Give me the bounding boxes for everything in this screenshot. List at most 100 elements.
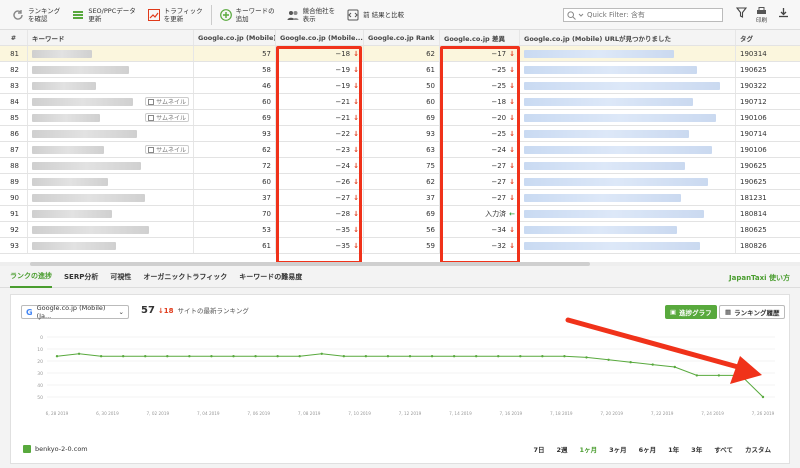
thumbnail-badge[interactable]: サムネイル: [145, 113, 189, 122]
column-header-keyword[interactable]: キーワード: [28, 30, 194, 45]
data-point[interactable]: [739, 374, 743, 377]
table-row[interactable]: 86 93 −22 ↓ 93 −25 ↓ 190714: [0, 126, 800, 142]
range-option[interactable]: カスタム: [745, 444, 771, 454]
data-point[interactable]: [77, 352, 81, 355]
tab-organic-traffic[interactable]: オーガニックトラフィック: [143, 266, 227, 288]
thumbnail-badge[interactable]: サムネイル: [145, 145, 189, 154]
quick-filter[interactable]: [563, 8, 723, 22]
data-point[interactable]: [673, 365, 676, 369]
data-point[interactable]: [563, 355, 566, 358]
data-point[interactable]: [585, 356, 588, 359]
table-row[interactable]: 91 70 −28 ↓ 69 入力済 ← 180814: [0, 206, 800, 222]
column-header-tag[interactable]: タグ: [736, 30, 800, 45]
print-button[interactable]: 印刷: [756, 7, 767, 24]
column-header-number[interactable]: #: [0, 30, 28, 45]
tab-visibility[interactable]: 可視性: [110, 266, 131, 288]
url-cell[interactable]: [520, 158, 736, 173]
table-row[interactable]: 93 61 −35 ↓ 59 −32 ↓ 180826: [0, 238, 800, 254]
url-cell[interactable]: [520, 142, 736, 157]
url-cell[interactable]: [520, 110, 736, 125]
data-point[interactable]: [298, 355, 301, 358]
url-cell[interactable]: [520, 190, 736, 205]
range-option[interactable]: 3年: [691, 444, 702, 454]
column-header-rank[interactable]: Google.co.jp Rank: [364, 30, 440, 45]
data-point[interactable]: [276, 355, 279, 358]
url-cell[interactable]: [520, 126, 736, 141]
data-point[interactable]: [607, 358, 610, 361]
tab-serp-analysis[interactable]: SERP分析: [64, 266, 98, 288]
range-option[interactable]: 1ヶ月: [580, 444, 598, 454]
data-point[interactable]: [452, 355, 456, 358]
help-link[interactable]: JapanTaxi 使い方: [729, 273, 790, 283]
range-option[interactable]: 7日: [533, 444, 544, 454]
data-point[interactable]: [342, 355, 346, 358]
column-header-url[interactable]: Google.co.jp (Mobile) URLが見つかりました: [520, 30, 736, 45]
data-point[interactable]: [629, 361, 632, 364]
url-cell[interactable]: [520, 238, 736, 253]
data-point[interactable]: [55, 355, 59, 358]
column-header-mobile-diff[interactable]: Google.co.jp (Mobile...▾: [276, 30, 364, 45]
download-button[interactable]: [778, 7, 789, 18]
range-option[interactable]: 3ヶ月: [609, 444, 627, 454]
data-point[interactable]: [210, 355, 213, 358]
table-row[interactable]: 88 72 −24 ↓ 75 −27 ↓ 190625: [0, 158, 800, 174]
update-seo-ppc-button[interactable]: SEO/PPCデータ 更新: [66, 3, 141, 27]
range-option[interactable]: すべて: [714, 444, 733, 454]
chart-legend[interactable]: benkyo-2-0.com: [23, 445, 88, 453]
range-option[interactable]: 6ヶ月: [639, 444, 657, 454]
table-row[interactable]: 83 46 −19 ↓ 50 −25 ↓ 190322: [0, 78, 800, 94]
url-cell[interactable]: [520, 62, 736, 77]
tab-keyword-difficulty[interactable]: キーワードの難易度: [239, 266, 302, 288]
data-point[interactable]: [144, 355, 147, 358]
table-row[interactable]: 90 37 −27 ↓ 37 −27 ↓ 181231: [0, 190, 800, 206]
add-keyword-button[interactable]: キーワードの 追加: [214, 3, 281, 27]
data-point[interactable]: [651, 363, 654, 366]
data-point[interactable]: [386, 355, 390, 358]
data-point[interactable]: [408, 355, 412, 358]
filter-button[interactable]: [736, 7, 747, 18]
progress-graph-button[interactable]: ▣ 進捗グラフ: [665, 305, 717, 319]
data-point[interactable]: [761, 395, 765, 399]
data-point[interactable]: [695, 374, 699, 377]
range-option[interactable]: 1年: [668, 444, 679, 454]
url-cell[interactable]: [520, 94, 736, 109]
column-header-mobile-rank[interactable]: Google.co.jp (Mobile) ...: [194, 30, 276, 45]
tab-rank-progress[interactable]: ランクの進捗: [10, 266, 52, 288]
update-traffic-button[interactable]: トラフィック を更新: [142, 3, 209, 27]
data-point[interactable]: [497, 355, 500, 358]
table-row[interactable]: 84 サムネイル 60 −21 ↓ 60 −18 ↓ 190712: [0, 94, 800, 110]
table-row[interactable]: 89 60 −26 ↓ 62 −27 ↓ 190625: [0, 174, 800, 190]
data-point[interactable]: [430, 355, 434, 358]
checkbox-checked-icon[interactable]: [23, 445, 31, 453]
data-point[interactable]: [232, 355, 235, 358]
check-rankings-button[interactable]: ランキング を確認: [6, 3, 66, 27]
data-point[interactable]: [166, 355, 169, 358]
data-point[interactable]: [541, 355, 544, 358]
engine-select[interactable]: G Google.co.jp (Mobile) (Ja... ⌄: [21, 304, 129, 320]
data-point[interactable]: [99, 355, 103, 358]
data-point[interactable]: [188, 355, 191, 358]
table-row[interactable]: 82 58 −19 ↓ 61 −25 ↓ 190625: [0, 62, 800, 78]
thumbnail-badge[interactable]: サムネイル: [145, 97, 189, 106]
url-cell[interactable]: [520, 222, 736, 237]
column-header-diff[interactable]: Google.co.jp 差異: [440, 30, 520, 45]
data-point[interactable]: [519, 355, 522, 358]
url-cell[interactable]: [520, 206, 736, 221]
table-row[interactable]: 85 サムネイル 69 −21 ↓ 69 −20 ↓ 190106: [0, 110, 800, 126]
show-competitors-button[interactable]: 競合他社を 表示: [281, 3, 342, 27]
table-row[interactable]: 87 サムネイル 62 −23 ↓ 63 −24 ↓ 190106: [0, 142, 800, 158]
table-row[interactable]: 92 53 −35 ↓ 56 −34 ↓ 180625: [0, 222, 800, 238]
data-point[interactable]: [121, 355, 125, 358]
data-point[interactable]: [474, 355, 478, 358]
url-cell[interactable]: [520, 46, 736, 61]
ranking-history-button[interactable]: ▦ ランキング履歴: [719, 305, 786, 319]
quick-filter-input[interactable]: [587, 11, 707, 19]
url-cell[interactable]: [520, 78, 736, 93]
url-cell[interactable]: [520, 174, 736, 189]
range-option[interactable]: 2週: [557, 444, 568, 454]
data-point[interactable]: [320, 352, 323, 355]
table-row[interactable]: 81 57 −18 ↓ 62 −17 ↓ 190314: [0, 46, 800, 62]
data-point[interactable]: [364, 355, 368, 358]
compare-results-button[interactable]: 前 結果と比較: [341, 3, 410, 27]
data-point[interactable]: [254, 355, 257, 358]
